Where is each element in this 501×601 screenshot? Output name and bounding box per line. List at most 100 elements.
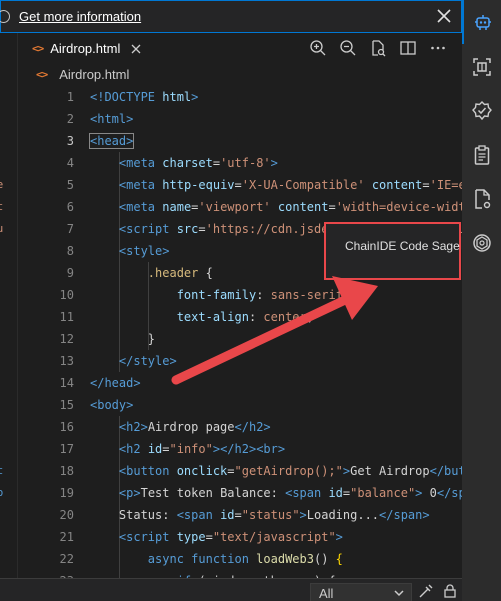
code-token: <html> [90, 112, 134, 126]
code-line[interactable]: 23 if (window.ethereum) { [18, 570, 462, 578]
code-token: <button [118, 464, 177, 478]
zoom-out-button[interactable] [338, 38, 358, 58]
code-text: <head> [88, 130, 135, 152]
zoom-in-button[interactable] [308, 38, 328, 58]
code-line[interactable]: 14 </head> [18, 372, 462, 394]
code-token: <p> [118, 486, 141, 500]
lock-scroll-button[interactable] [440, 581, 460, 601]
line-number: 8 [66, 244, 74, 258]
code-line[interactable]: 18 <button onclick="getAirdrop();">Get A… [18, 460, 462, 482]
tab-close-button[interactable] [129, 41, 143, 60]
code-line[interactable]: 1 <!DOCTYPE html> [18, 86, 462, 108]
activity-file-button[interactable] [462, 177, 501, 221]
line-number: 18 [59, 464, 74, 478]
line-number: 7 [66, 222, 74, 236]
code-text: font-family: sans-serif; [90, 284, 350, 306]
code-token: ></h2><br> [212, 442, 286, 456]
code-line[interactable]: 6 <meta name='viewport' content='width=d… [18, 196, 462, 218]
tab-label: Airdrop.html [50, 40, 121, 56]
code-text: Status: <span id="status">Loading...</sp… [90, 504, 430, 526]
code-line[interactable]: 11 text-align: center; [18, 306, 462, 328]
more-actions-button[interactable] [428, 38, 448, 58]
code-line[interactable]: 10 font-family: sans-serif; [18, 284, 462, 306]
code-line[interactable]: 17 <h2 id="info"></h2><br> [18, 438, 462, 460]
code-line[interactable]: 20 Status: <span id="status">Loading...<… [18, 504, 462, 526]
code-text: <script type="text/javascript"> [90, 526, 343, 548]
left-code-fragment: eu [0, 222, 3, 235]
code-token: 0 [422, 486, 437, 500]
code-token: </but [429, 464, 462, 478]
code-line[interactable]: 12 } [18, 328, 462, 350]
chip-icon [472, 58, 491, 76]
code-token: = [212, 156, 221, 170]
code-token: "status" [241, 508, 300, 522]
get-more-information-link[interactable]: Get more information [19, 9, 141, 24]
breadcrumb-file[interactable]: Airdrop.html [59, 67, 129, 82]
activity-verify-button[interactable] [462, 89, 501, 133]
code-editor[interactable]: 1 <!DOCTYPE html> 2 <html> 3 <head> 4 <meta ch… [18, 86, 462, 578]
code-line[interactable]: 4 <meta charset='utf-8'> [18, 152, 462, 174]
activity-clipboard-button[interactable] [462, 133, 501, 177]
activity-bar [462, 0, 501, 601]
code-text: <h2 id="info"></h2><br> [90, 438, 285, 460]
code-line[interactable]: 21 <script type="text/javascript"> [18, 526, 462, 548]
code-line[interactable]: 22 async function loadWeb3() { [18, 548, 462, 570]
code-line[interactable]: 5 <meta http-equiv='X-UA-Compatible' con… [18, 174, 462, 196]
code-token: 'IE=e [429, 178, 462, 192]
code-token: async function [147, 552, 257, 566]
info-icon [0, 10, 10, 23]
activity-chainide-code-sage-button[interactable] [462, 221, 501, 265]
line-number: 4 [66, 156, 74, 170]
code-token: > [191, 90, 199, 104]
line-number: 1 [66, 90, 74, 104]
code-token: > [335, 530, 343, 544]
line-number: 20 [59, 508, 74, 522]
code-token: 'utf-8' [220, 156, 271, 170]
code-token: content [277, 200, 329, 214]
left-code-fragment: =e [0, 178, 3, 191]
code-text: async function loadWeb3() { [90, 548, 343, 570]
code-line[interactable]: 16 <h2>Airdrop page</h2> [18, 416, 462, 438]
code-line[interactable]: 15 <body> [18, 394, 462, 416]
close-notification-button[interactable] [435, 7, 453, 25]
clear-output-button[interactable] [416, 581, 436, 601]
code-token: = [422, 178, 430, 192]
left-code-fragment: sp [0, 486, 3, 499]
code-line[interactable]: 19 <p>Test token Balance: <span id="bala… [18, 482, 462, 504]
split-editor-button[interactable] [398, 38, 418, 58]
code-line[interactable]: 13 </style> [18, 350, 462, 372]
preview-file-button[interactable] [368, 38, 388, 58]
code-line[interactable]: 2 <html> [18, 108, 462, 130]
code-line[interactable]: 3 <head> [18, 130, 462, 152]
code-token: = [234, 508, 242, 522]
code-token: id [147, 442, 163, 456]
code-token: 'viewport' [198, 200, 271, 214]
line-number: 2 [66, 112, 74, 126]
output-filter-select[interactable]: All [310, 583, 412, 601]
code-token: <head> [88, 133, 135, 149]
breadcrumb[interactable]: <> Airdrop.html [18, 63, 462, 85]
tab-airdrop-html[interactable]: <> Airdrop.html [18, 33, 154, 63]
code-token: > [270, 156, 278, 170]
code-text: </style> [90, 350, 177, 372]
code-token: .header [147, 266, 199, 280]
line-number: 23 [18, 570, 74, 578]
code-token: </style> [118, 354, 177, 368]
close-icon [437, 9, 451, 23]
code-token: ; [342, 288, 351, 302]
code-token: type [176, 530, 206, 544]
code-token: id [328, 486, 343, 500]
activity-agent-button[interactable] [462, 0, 501, 44]
code-token: src [176, 222, 199, 236]
code-text: .header { [90, 262, 213, 284]
activity-compile-button[interactable] [462, 45, 501, 89]
code-token: sans-serif [270, 288, 343, 302]
code-token: Loading... [306, 508, 380, 522]
